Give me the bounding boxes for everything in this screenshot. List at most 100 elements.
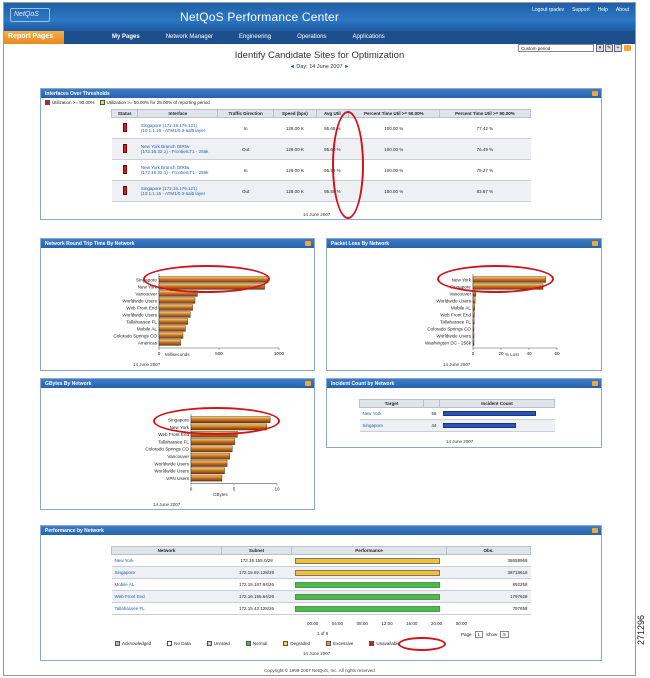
category-label: Worldwide Users <box>436 333 471 338</box>
col-interface[interactable]: Interface <box>137 109 219 118</box>
interface-link[interactable]: Singapore (172.15.179.121) (10.1.1.15 - … <box>137 117 218 139</box>
bar[interactable] <box>190 452 230 460</box>
bar[interactable] <box>190 467 225 474</box>
loss-xlabel: % Lost <box>505 352 519 357</box>
bar[interactable] <box>190 438 236 445</box>
bar[interactable] <box>472 304 475 311</box>
bar[interactable] <box>472 311 475 318</box>
bar[interactable] <box>472 332 475 339</box>
panel-menu-icon[interactable] <box>592 381 598 386</box>
bar[interactable] <box>190 445 233 453</box>
bar[interactable] <box>472 339 475 346</box>
panel-menu-icon[interactable] <box>592 241 598 246</box>
network-link[interactable]: Mobile AL <box>111 578 222 591</box>
col-status[interactable]: Status <box>110 109 139 118</box>
network-link[interactable]: Singapore <box>111 566 222 579</box>
incident-table: Target Incident Count New York 56 Singapor… <box>359 399 555 432</box>
app-title: NetQoS Performance Center <box>180 10 340 24</box>
incident-target-link[interactable]: Singapore <box>359 419 424 432</box>
category-label: Colorado Springs CO <box>427 326 471 331</box>
bar[interactable] <box>190 474 223 482</box>
network-link[interactable]: Web Front End <box>111 590 222 603</box>
nav-item-operations[interactable]: Operations <box>297 34 326 40</box>
gbytes-xlabel: GBytes <box>213 492 228 497</box>
prev-day-icon[interactable]: ◄ <box>289 64 294 70</box>
network-link[interactable]: New York <box>111 554 222 567</box>
interfaces-date: 14 June 2007 <box>303 212 331 217</box>
bar[interactable] <box>158 332 184 339</box>
direction-cell: Out <box>217 180 274 202</box>
bar[interactable] <box>190 460 228 467</box>
date-label: Day: 14 June 2007 <box>296 64 343 70</box>
nav-item-network-manager[interactable]: Network Manager <box>166 34 213 40</box>
nav-item-engineering[interactable]: Engineering <box>239 34 271 40</box>
bar[interactable] <box>158 325 186 332</box>
x-tick-label: 20 <box>498 351 504 356</box>
col-network[interactable]: Network <box>111 546 222 555</box>
bar[interactable] <box>158 339 181 346</box>
about-link[interactable]: About <box>616 7 629 13</box>
x-tick-label: 500 <box>215 351 223 356</box>
nav-bar: Report Pages My Pages Network Manager En… <box>4 31 635 44</box>
rtt-panel-header: Network Round Trip Time By Network <box>41 239 314 248</box>
col-pct50[interactable]: Percent Time Util >= 50.00% <box>347 109 440 118</box>
interface-link[interactable]: New York Branch OtRtw (172.16.32.1) - Fr… <box>137 159 218 181</box>
nav-item-my-pages[interactable]: My Pages <box>112 34 140 40</box>
obs-cell: 38718618 <box>446 566 531 579</box>
network-link[interactable]: Tallahassee FL <box>111 602 222 615</box>
panel-menu-icon[interactable] <box>305 241 311 246</box>
rtt-panel: Network Round Trip Time By Network Singa… <box>40 238 315 371</box>
incident-target-link[interactable]: New York <box>359 407 424 420</box>
interface-link[interactable]: New York Branch OtRtw (172.16.32.1) - Fr… <box>137 138 218 160</box>
col-pct90[interactable]: Percent Time Util >= 90.00% <box>438 109 532 118</box>
bar[interactable] <box>472 318 475 325</box>
panel-menu-icon[interactable] <box>592 528 598 533</box>
status-indicator <box>122 165 127 174</box>
nav-item-applications[interactable]: Applications <box>352 34 384 40</box>
next-day-icon[interactable]: ► <box>344 64 349 70</box>
highlight-oval <box>153 407 280 435</box>
support-link[interactable]: Support <box>572 7 590 13</box>
subnet-cell: 172.15.92.128/28 <box>221 566 292 579</box>
loss-panel-title: Packet Loss By Network <box>331 241 390 247</box>
legend-swatch <box>283 641 289 646</box>
page-label: Page <box>461 632 472 637</box>
interface-link[interactable]: Singapore (172.15.179.121) (10.1.1.15 - … <box>137 180 218 202</box>
col-subnet[interactable]: Subnet <box>221 546 292 555</box>
col-direction[interactable]: Traffic Direction <box>217 109 274 118</box>
obs-cell: 38658968 <box>446 554 531 567</box>
gbytes-chart: SingaporeNew YorkWeb Front EndTallahasse… <box>145 414 280 492</box>
logout-link[interactable]: Logout rpadev <box>532 7 564 13</box>
bar[interactable] <box>158 304 193 311</box>
category-label: Tallahassee FL <box>126 319 157 324</box>
performance-panel: Performance by Network Network Subnet Pe… <box>40 525 602 661</box>
category-label: Washington DC - 256k <box>425 340 472 345</box>
legend-label: Degraded <box>290 641 311 646</box>
category-label: Worldwide Users <box>122 312 157 317</box>
performance-rows: New York 172.16.155.0/28 38658968 Singapore… <box>111 554 531 615</box>
col-target[interactable]: Target <box>359 399 424 408</box>
legend-item: Degraded <box>283 641 310 646</box>
col-incident-count[interactable]: Incident Count <box>439 399 555 408</box>
bar[interactable] <box>158 318 188 325</box>
bar[interactable] <box>158 297 196 304</box>
help-link[interactable]: Help <box>598 7 608 13</box>
show-select[interactable]: 5 <box>500 631 509 638</box>
table-row: Tallahassee FL 172.15.43.128/26 797658 <box>111 602 531 615</box>
bar[interactable] <box>158 311 191 318</box>
col-obs[interactable]: Obs. <box>446 546 531 555</box>
bar[interactable] <box>472 297 476 304</box>
pct90-cell: 76.49 % <box>439 138 531 160</box>
nav-report-pages[interactable]: Report Pages <box>4 31 64 44</box>
panel-menu-icon[interactable] <box>305 381 311 386</box>
legend-red-label: Utilization >= 90.00% <box>52 100 95 105</box>
pager-controls: 1 of 6 <box>317 631 328 636</box>
col-performance[interactable]: Performance <box>291 546 447 555</box>
table-row: Singapore 172.15.92.128/28 38718618 <box>111 566 531 579</box>
panel-menu-icon[interactable] <box>592 91 598 96</box>
col-speed[interactable]: Speed (bps) <box>272 109 318 118</box>
page-select[interactable]: 1 <box>474 631 484 638</box>
bar[interactable] <box>472 325 475 332</box>
legend-item: Unavailable <box>369 641 400 646</box>
category-label: Worldwide Users <box>122 298 157 303</box>
